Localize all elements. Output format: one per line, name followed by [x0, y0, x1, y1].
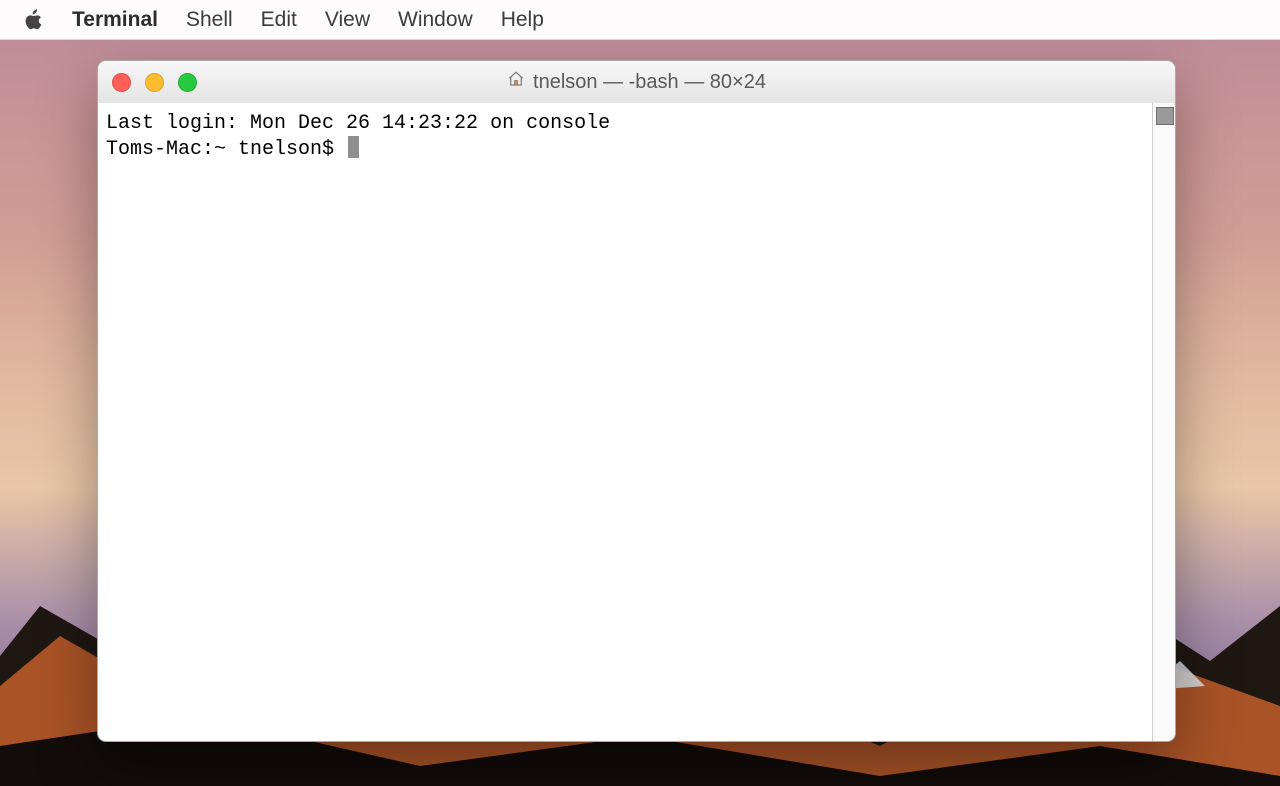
menubar-app-name[interactable]: Terminal [72, 8, 158, 32]
terminal-last-login-line: Last login: Mon Dec 26 14:23:22 on conso… [106, 112, 610, 135]
desktop: Terminal Shell Edit View Window Help tne… [0, 0, 1280, 786]
window-title-text: tnelson — -bash — 80×24 [533, 71, 766, 94]
window-body: Last login: Mon Dec 26 14:23:22 on conso… [98, 103, 1175, 741]
zoom-button[interactable] [178, 73, 197, 92]
macos-menubar: Terminal Shell Edit View Window Help [0, 0, 1280, 40]
menu-help[interactable]: Help [501, 8, 544, 32]
terminal-window: tnelson — -bash — 80×24 Last login: Mon … [97, 60, 1176, 742]
menu-shell[interactable]: Shell [186, 8, 233, 32]
scrollbar-track[interactable] [1153, 103, 1175, 741]
apple-logo-icon[interactable] [22, 8, 44, 32]
window-traffic-lights [98, 73, 197, 92]
menu-view[interactable]: View [325, 8, 370, 32]
scrollbar-thumb[interactable] [1156, 107, 1174, 125]
window-title: tnelson — -bash — 80×24 [98, 70, 1175, 94]
close-button[interactable] [112, 73, 131, 92]
window-titlebar[interactable]: tnelson — -bash — 80×24 [98, 61, 1175, 104]
menu-edit[interactable]: Edit [261, 8, 297, 32]
minimize-button[interactable] [145, 73, 164, 92]
terminal-prompt: Toms-Mac:~ tnelson$ [106, 138, 346, 161]
menu-window[interactable]: Window [398, 8, 473, 32]
terminal-content[interactable]: Last login: Mon Dec 26 14:23:22 on conso… [98, 103, 1153, 741]
terminal-cursor [348, 136, 359, 158]
home-icon [507, 70, 525, 94]
